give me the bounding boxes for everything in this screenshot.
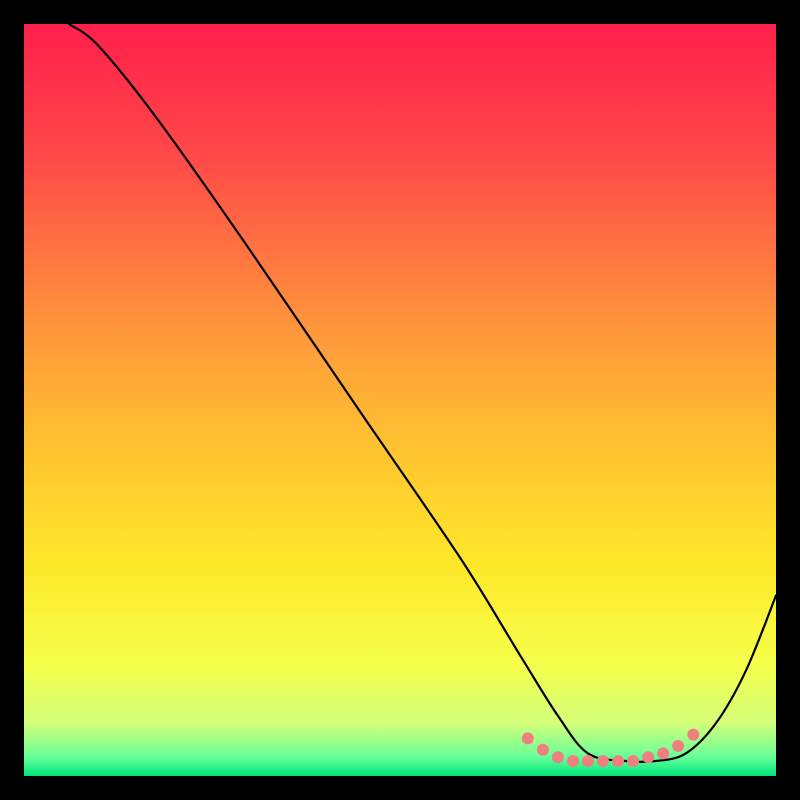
bottleneck-chart [24,24,776,776]
marker-dot [612,755,624,767]
marker-dot [522,732,534,744]
chart-frame: TheBottleneck.com [24,24,776,776]
marker-dot [537,744,549,756]
marker-dot [597,755,609,767]
marker-dot [552,751,564,763]
gradient-background [24,24,776,776]
marker-dot [582,755,594,767]
marker-dot [672,740,684,752]
marker-dot [567,755,579,767]
marker-dot [627,755,639,767]
marker-dot [642,751,654,763]
marker-dot [657,747,669,759]
marker-dot [687,729,699,741]
